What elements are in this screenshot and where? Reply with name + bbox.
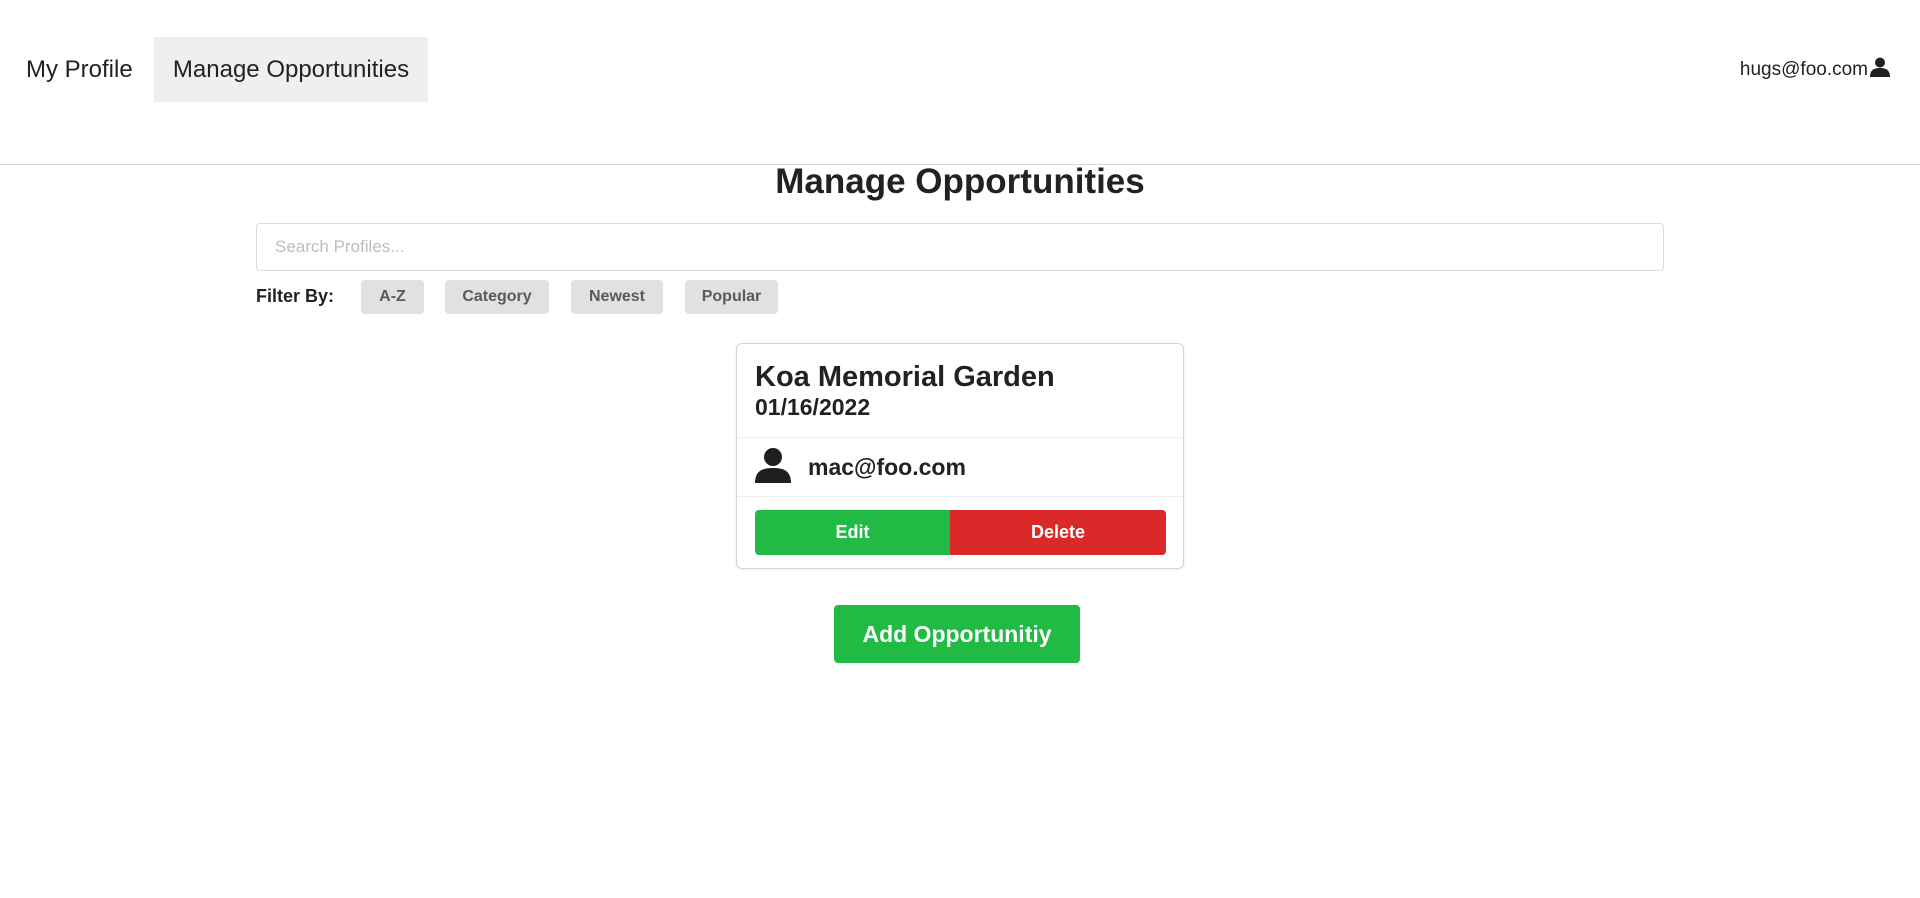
opportunity-date: 01/16/2022 [755,394,871,420]
nav-my-profile[interactable]: My Profile [26,37,133,102]
filter-label: Filter By: [256,286,335,306]
owner-email: mac@foo.com [808,453,966,480]
search-input[interactable] [256,223,1664,271]
edit-button[interactable]: Edit [755,510,950,555]
card-divider [737,437,1183,438]
user-icon [1868,57,1890,83]
filter-newest-button[interactable]: Newest [571,280,663,314]
delete-button[interactable]: Delete [950,510,1166,555]
filter-az-button[interactable]: A-Z [361,280,424,314]
user-icon [755,447,791,488]
nav-manage-opportunities[interactable]: Manage Opportunities [154,37,428,102]
user-menu[interactable]: hugs@foo.com [1740,57,1890,83]
opportunity-owner: mac@foo.com [755,447,966,488]
page-title: Manage Opportunities [775,162,1145,201]
add-opportunity-button[interactable]: Add Opportunitiy [834,605,1080,663]
filter-category-button[interactable]: Category [445,280,549,314]
opportunity-card: Koa Memorial Garden 01/16/2022 mac@foo.c… [736,343,1184,569]
card-header: Koa Memorial Garden 01/16/2022 [755,360,1055,420]
top-navbar: My Profile Manage Opportunities hugs@foo… [0,0,1920,165]
card-divider [737,496,1183,497]
user-email: hugs@foo.com [1739,59,1868,80]
filter-popular-button[interactable]: Popular [685,280,778,314]
opportunity-title: Koa Memorial Garden [755,361,1055,393]
